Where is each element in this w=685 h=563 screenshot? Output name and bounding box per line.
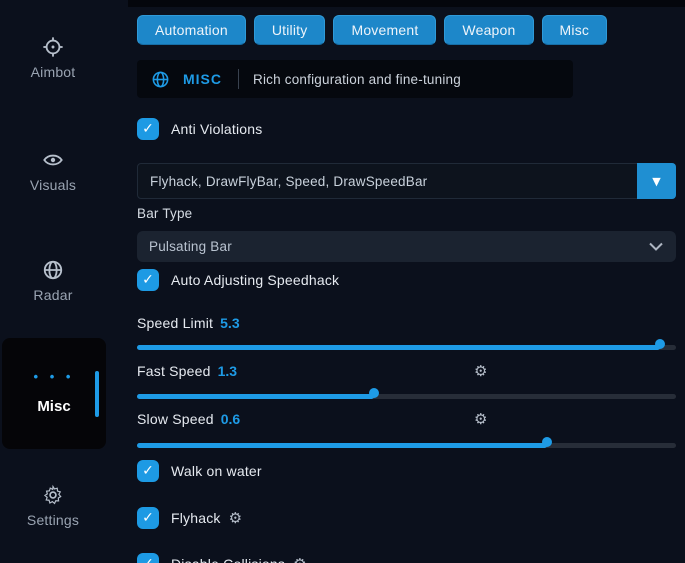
tab-automation[interactable]: Automation bbox=[137, 15, 246, 45]
eye-icon bbox=[42, 149, 64, 171]
slider-label: Slow Speed bbox=[137, 411, 214, 427]
globe-icon bbox=[151, 70, 170, 89]
anti-violations-row: ✓ Anti Violations bbox=[137, 117, 262, 141]
violations-multiselect[interactable]: Flyhack, DrawFlyBar, Speed, DrawSpeedBar… bbox=[137, 163, 676, 199]
top-strip bbox=[128, 0, 685, 7]
divider bbox=[238, 69, 239, 89]
triangle-down-icon: ▼ bbox=[652, 175, 660, 188]
walk-on-water-row: ✓ Walk on water bbox=[137, 459, 262, 483]
slider-thumb[interactable] bbox=[655, 339, 665, 349]
tab-weapon[interactable]: Weapon bbox=[444, 15, 533, 45]
slider-thumb[interactable] bbox=[542, 437, 552, 447]
checkbox-label: Anti Violations bbox=[171, 121, 262, 137]
section-banner: MISC Rich configuration and fine-tuning bbox=[137, 60, 573, 98]
slider-fill bbox=[137, 394, 374, 399]
sidebar-item-visuals[interactable]: Visuals bbox=[0, 149, 106, 195]
sidebar: Aimbot Visuals Radar • • • bbox=[0, 0, 130, 563]
gear-icon bbox=[42, 484, 64, 506]
auto-adjusting-row: ✓ Auto Adjusting Speedhack bbox=[137, 268, 339, 292]
sidebar-item-label: Misc bbox=[2, 398, 106, 415]
sidebar-item-label: Aimbot bbox=[31, 64, 76, 80]
slider-label: Fast Speed bbox=[137, 363, 211, 379]
check-icon: ✓ bbox=[142, 273, 154, 287]
check-icon: ✓ bbox=[142, 557, 154, 563]
bar-type-select[interactable]: Pulsating Bar bbox=[137, 231, 676, 262]
sidebar-item-label: Visuals bbox=[30, 177, 76, 193]
slider-fill bbox=[137, 345, 660, 350]
anti-violations-checkbox[interactable]: ✓ bbox=[137, 118, 159, 140]
section-title: MISC bbox=[183, 71, 222, 87]
disable-collisions-checkbox[interactable]: ✓ bbox=[137, 553, 159, 563]
check-icon: ✓ bbox=[142, 511, 154, 525]
checkbox-label: Auto Adjusting Speedhack bbox=[171, 272, 339, 288]
checkbox-label: Flyhack bbox=[171, 510, 221, 526]
sidebar-item-label: Settings bbox=[27, 512, 79, 528]
slider-value: 1.3 bbox=[218, 363, 237, 379]
slider-thumb[interactable] bbox=[369, 388, 379, 398]
crosshair-icon bbox=[42, 36, 64, 58]
checkbox-label: Disable Collisions bbox=[171, 556, 285, 563]
multiselect-value: Flyhack, DrawFlyBar, Speed, DrawSpeedBar bbox=[138, 174, 637, 189]
tab-utility[interactable]: Utility bbox=[254, 15, 326, 45]
flyhack-checkbox[interactable]: ✓ bbox=[137, 507, 159, 529]
gear-icon[interactable]: ⚙ bbox=[293, 557, 306, 563]
speed-limit-slider[interactable] bbox=[137, 345, 676, 350]
section-subtitle: Rich configuration and fine-tuning bbox=[253, 72, 461, 87]
slider-value: 0.6 bbox=[221, 411, 240, 427]
tab-movement[interactable]: Movement bbox=[333, 15, 436, 45]
globe-icon bbox=[42, 259, 64, 281]
checkbox-label: Walk on water bbox=[171, 463, 262, 479]
sidebar-item-radar[interactable]: Radar bbox=[0, 259, 106, 305]
disable-collisions-row: ✓ Disable Collisions ⚙ bbox=[137, 552, 307, 563]
active-indicator-bar bbox=[95, 371, 99, 417]
speed-limit-label-row: Speed Limit 5.3 bbox=[137, 315, 676, 333]
slider-label: Speed Limit bbox=[137, 315, 213, 331]
chevron-down-icon bbox=[649, 242, 663, 251]
gear-icon[interactable]: ⚙ bbox=[229, 511, 242, 526]
slider-value: 5.3 bbox=[220, 315, 239, 331]
walk-on-water-checkbox[interactable]: ✓ bbox=[137, 460, 159, 482]
sidebar-item-aimbot[interactable]: Aimbot bbox=[0, 36, 106, 82]
slider-fill bbox=[137, 443, 547, 448]
flyhack-row: ✓ Flyhack ⚙ bbox=[137, 506, 242, 530]
tab-misc[interactable]: Misc bbox=[542, 15, 608, 45]
sidebar-item-settings[interactable]: Settings bbox=[0, 484, 106, 530]
mod-menu-window: Aimbot Visuals Radar • • • bbox=[0, 0, 685, 563]
fast-speed-label-row: Fast Speed 1.3 ⚙ bbox=[137, 363, 676, 381]
check-icon: ✓ bbox=[142, 122, 154, 136]
sidebar-item-label: Radar bbox=[33, 287, 72, 303]
gear-icon[interactable]: ⚙ bbox=[474, 364, 487, 379]
select-value: Pulsating Bar bbox=[137, 239, 649, 254]
check-icon: ✓ bbox=[142, 464, 154, 478]
slow-speed-label-row: Slow Speed 0.6 ⚙ bbox=[137, 411, 676, 429]
slow-speed-slider[interactable] bbox=[137, 443, 676, 448]
multiselect-dropdown-button[interactable]: ▼ bbox=[637, 163, 676, 199]
gear-icon[interactable]: ⚙ bbox=[474, 412, 487, 427]
sidebar-item-misc-active[interactable]: • • • Misc bbox=[2, 338, 106, 449]
auto-adjusting-checkbox[interactable]: ✓ bbox=[137, 269, 159, 291]
fast-speed-slider[interactable] bbox=[137, 394, 676, 399]
category-tabs: Automation Utility Movement Weapon Misc bbox=[137, 15, 607, 45]
ellipsis-icon: • • • bbox=[2, 369, 106, 384]
bar-type-label: Bar Type bbox=[137, 206, 192, 221]
